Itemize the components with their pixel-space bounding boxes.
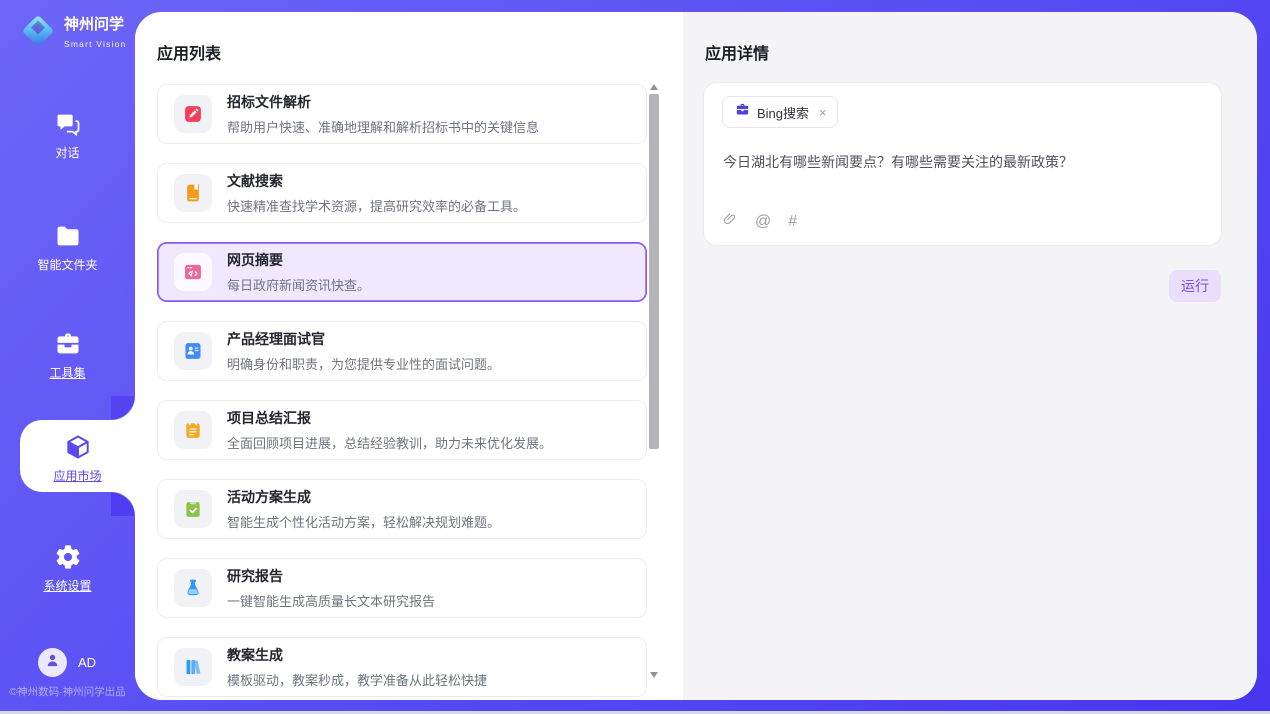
tool-chip-bing-search[interactable]: Bing搜索 ×	[722, 96, 838, 128]
sidebar: 神州问学 Smart Vision 对话 智能文件夹 工具集 应用市场 系统设置…	[0, 0, 135, 714]
cube-icon	[20, 433, 135, 461]
app-list-item[interactable]: 项目总结汇报 全面回顾项目进展，总结经验教训，助力未来优化发展。	[157, 400, 647, 460]
sidebar-item-toolset[interactable]: 工具集	[0, 330, 135, 381]
brand-subtitle: Smart Vision	[64, 39, 126, 49]
active-pill-top-curve	[111, 396, 135, 420]
app-list-panel: 应用列表 招标文件解析 帮助用户快速、准确地理解和解析招标书中的关键信息 文献搜…	[135, 12, 683, 700]
chat-icon	[0, 110, 135, 138]
scroll-up-icon[interactable]	[650, 84, 658, 90]
sidebar-item-settings[interactable]: 系统设置	[0, 543, 135, 594]
app-description: 明确身份和职责，为您提供专业性的面试问题。	[227, 354, 500, 373]
app-description: 帮助用户快速、准确地理解和解析招标书中的关键信息	[227, 117, 539, 136]
browser-icon	[174, 253, 212, 291]
briefcase-icon	[735, 102, 750, 122]
app-name: 网页摘要	[227, 250, 370, 270]
sidebar-item-label: 对话	[0, 144, 135, 161]
copyright-footer: ©神州数码·神州问学出品	[0, 684, 135, 699]
edit-square-icon	[174, 95, 212, 133]
main-content: 应用列表 招标文件解析 帮助用户快速、准确地理解和解析招标书中的关键信息 文献搜…	[135, 12, 1257, 700]
app-name: 研究报告	[227, 566, 435, 586]
sidebar-item-label: 应用市场	[20, 467, 135, 484]
clipboard-check-icon	[174, 490, 212, 528]
app-list-item[interactable]: 研究报告 一键智能生成高质量长文本研究报告	[157, 558, 647, 618]
composer-toolbar: @ #	[722, 211, 797, 232]
gear-icon	[0, 543, 135, 571]
close-icon[interactable]: ×	[819, 105, 827, 120]
app-list: 招标文件解析 帮助用户快速、准确地理解和解析招标书中的关键信息 文献搜索 快速精…	[157, 84, 647, 700]
books-icon	[174, 648, 212, 686]
app-name: 教案生成	[227, 645, 487, 665]
app-detail-title: 应用详情	[705, 40, 769, 64]
scrollbar-thumb[interactable]	[649, 94, 659, 449]
sidebar-item-label: 工具集	[0, 364, 135, 381]
app-description: 一键智能生成高质量长文本研究报告	[227, 591, 435, 610]
brand-logo: 神州问学 Smart Vision	[18, 11, 135, 56]
app-list-title: 应用列表	[157, 40, 221, 64]
app-name: 招标文件解析	[227, 92, 539, 112]
sidebar-item-app-market-active[interactable]: 应用市场	[20, 420, 135, 492]
app-name: 产品经理面试官	[227, 329, 500, 349]
app-description: 智能生成个性化活动方案，轻松解决规划难题。	[227, 512, 500, 531]
run-button[interactable]: 运行	[1169, 270, 1221, 302]
flask-icon	[174, 569, 212, 607]
app-list-item[interactable]: 招标文件解析 帮助用户快速、准确地理解和解析招标书中的关键信息	[157, 84, 647, 144]
sidebar-item-label: 智能文件夹	[0, 256, 135, 273]
toolbox-icon	[0, 330, 135, 358]
app-config-card: Bing搜索 × 今日湖北有哪些新闻要点？有哪些需要关注的最新政策？ @ #	[703, 82, 1222, 246]
user-name: AD	[78, 655, 96, 670]
app-list-item[interactable]: 产品经理面试官 明确身份和职责，为您提供专业性的面试问题。	[157, 321, 647, 381]
app-description: 快速精准查找学术资源，提高研究效率的必备工具。	[227, 196, 526, 215]
query-input[interactable]: 今日湖北有哪些新闻要点？有哪些需要关注的最新政策？	[723, 152, 1203, 172]
interview-icon	[174, 332, 212, 370]
app-name: 项目总结汇报	[227, 408, 552, 428]
sidebar-item-smart-folder[interactable]: 智能文件夹	[0, 222, 135, 273]
app-description: 每日政府新闻资讯快查。	[227, 275, 370, 294]
logo-diamond-icon	[18, 11, 58, 56]
sidebar-item-label: 系统设置	[0, 577, 135, 594]
notepad-icon	[174, 411, 212, 449]
hash-topic-icon[interactable]: #	[788, 214, 797, 230]
folder-icon	[0, 222, 135, 250]
scroll-down-icon[interactable]	[650, 672, 658, 678]
sidebar-item-chat[interactable]: 对话	[0, 110, 135, 161]
app-description: 模板驱动，教案秒成，教学准备从此轻松快捷	[227, 670, 487, 689]
active-pill-bottom-curve	[111, 492, 135, 516]
app-detail-panel: 应用详情 Bing搜索 × 今日湖北有哪些新闻要点？有哪些需要关注的最新政策？ …	[683, 12, 1257, 700]
app-description: 全面回顾项目进展，总结经验教训，助力未来优化发展。	[227, 433, 552, 452]
app-list-item[interactable]: 教案生成 模板驱动，教案秒成，教学准备从此轻松快捷	[157, 637, 647, 697]
app-list-item[interactable]: 文献搜索 快速精准查找学术资源，提高研究效率的必备工具。	[157, 163, 647, 223]
user-account[interactable]: AD	[38, 648, 96, 677]
paperclip-icon[interactable]	[722, 211, 738, 232]
tool-chip-label: Bing搜索	[757, 103, 809, 122]
app-list-item[interactable]: 活动方案生成 智能生成个性化活动方案，轻松解决规划难题。	[157, 479, 647, 539]
app-name: 活动方案生成	[227, 487, 500, 507]
book-icon	[174, 174, 212, 212]
app-name: 文献搜索	[227, 171, 526, 191]
scrollbar[interactable]	[647, 84, 661, 678]
brand-name: 神州问学	[64, 16, 124, 33]
person-icon	[44, 652, 61, 674]
at-mention-icon[interactable]: @	[755, 214, 771, 230]
app-list-item[interactable]: 网页摘要 每日政府新闻资讯快查。	[157, 242, 647, 302]
avatar	[38, 648, 67, 677]
